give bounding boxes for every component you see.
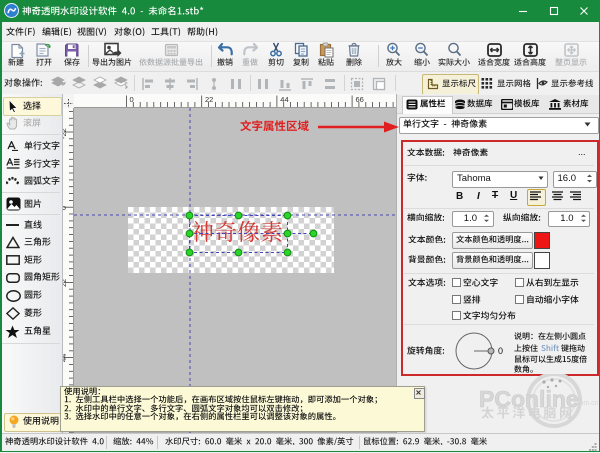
- svg-text:.com.cn: .com.cn: [574, 400, 599, 407]
